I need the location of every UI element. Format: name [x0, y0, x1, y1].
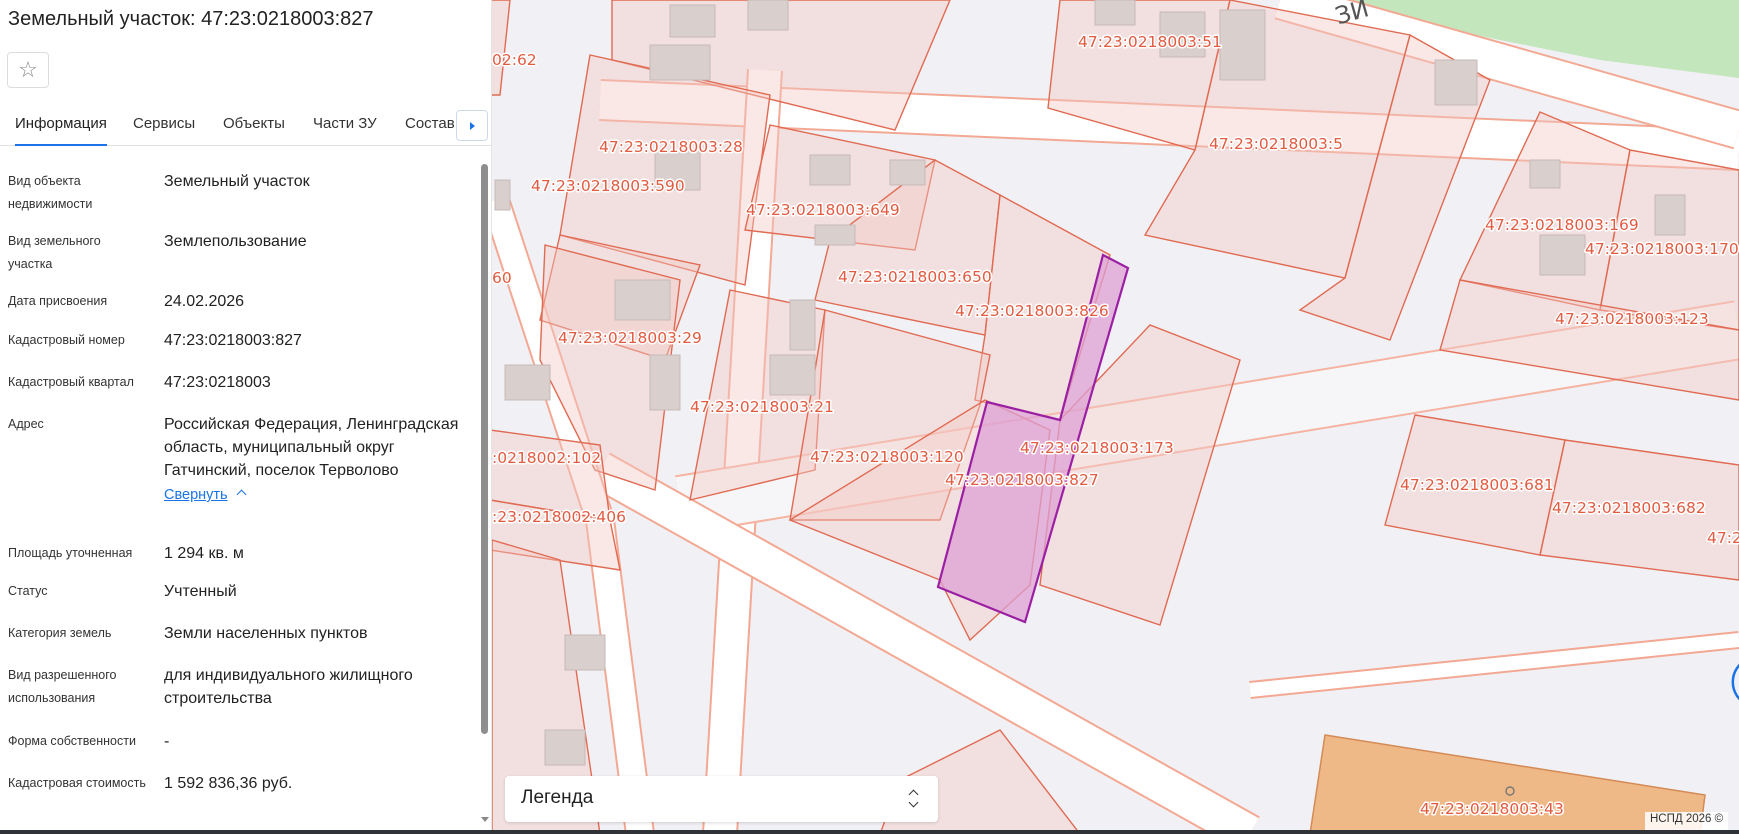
star-outline-icon: ☆ [18, 57, 38, 82]
property-label: Вид земельного участка [8, 234, 101, 271]
property-value: для индивидуального жилищного строительс… [164, 667, 413, 707]
chevron-up-icon[interactable] [236, 489, 247, 500]
panel-title: Земельный участок: 47:23:0218003:827 [8, 8, 374, 30]
parcel-label: 47:23:0218003:51 [1078, 33, 1222, 51]
property-value-address: Российская Федерация, Ленинградская обла… [164, 413, 464, 507]
caret-right-icon [469, 121, 475, 130]
property-label: Форма собственности [8, 734, 136, 748]
property-label: Вид разрешенного использования [8, 668, 117, 705]
collapse-link[interactable]: Свернуть [164, 484, 228, 507]
parcel-label: 47:23:0218003:28 [599, 138, 743, 156]
property-value: 47:23:0218003 [164, 374, 271, 391]
property-label: Категория земель [8, 626, 112, 640]
property-value: Земельный участок [164, 173, 310, 190]
property-value: Землепользование [164, 233, 307, 250]
parcel-label: 47:23:0218003:650 [838, 268, 992, 286]
parcel-label: 47:23:0218003:173 [1020, 439, 1174, 457]
property-value: 24.02.2026 [164, 293, 245, 310]
scroll-down-arrow-icon[interactable] [481, 817, 489, 822]
parcel-label: 47:23:0218003:5 [1209, 135, 1343, 153]
scrollbar-thumb[interactable] [481, 164, 488, 734]
tab-objects[interactable]: Объекты [223, 115, 285, 144]
parcel-label: 47:23:0218003:169 [1485, 216, 1639, 234]
parcel-label: 47:23:0218003:827 [945, 471, 1099, 489]
legend-panel[interactable]: Легенда [505, 776, 938, 822]
property-label: Адрес [8, 417, 44, 431]
parcel-label: 60 [492, 269, 512, 287]
parcel-label: 47:23:0218003:826 [955, 302, 1109, 320]
parcels[interactable] [489, 0, 1739, 834]
parcel-label: 47:2 [1707, 529, 1739, 547]
parcel-label: 47:23:0218003:649 [746, 201, 900, 219]
property-label: Кадастровая стоимость [8, 776, 146, 790]
map-attribution: НСПД 2026 © [1645, 812, 1729, 830]
info-panel: Земельный участок: 47:23:0218003:827 ☆ И… [0, 0, 492, 834]
tabs-scroll-right-button[interactable] [456, 110, 488, 141]
property-value: 1 592 836,36 руб. [164, 775, 293, 792]
parcel-label: :0218002:102 [492, 449, 601, 467]
parcel-label: 47:23:0218003:681 [1400, 476, 1554, 494]
address-text: Российская Федерация, Ленинградская обла… [164, 416, 459, 479]
tab-services[interactable]: Сервисы [133, 115, 195, 144]
legend-label: Легенда [521, 787, 594, 808]
parcel-label: :23:0218002:406 [492, 508, 626, 526]
geolocation-button[interactable] [1724, 655, 1739, 709]
property-label: Кадастровый номер [8, 333, 125, 347]
property-value: Земли населенных пунктов [164, 625, 368, 642]
tab-composition[interactable]: Состав [405, 115, 455, 144]
parcel-label: 02:62 [492, 51, 537, 69]
property-label: Кадастровый квартал [8, 375, 134, 389]
property-label: Площадь уточненная [8, 546, 133, 560]
tab-info[interactable]: Информация [15, 115, 107, 146]
parcel-label: 47:23:0218003:590 [531, 177, 685, 195]
parcel-label: 47:23:0218003:682 [1552, 499, 1706, 517]
properties-list: Вид объекта недвижимости Земельный участ… [0, 166, 478, 834]
property-value: Учтенный [164, 583, 237, 600]
parcel-label: 47:23:0218003:29 [558, 329, 702, 347]
property-value: 47:23:0218003:827 [164, 332, 302, 349]
property-value: 1 294 кв. м [164, 545, 244, 562]
parcel-label: 47:23:0218003:120 [810, 448, 964, 466]
parcel-label: 47:23:0218003:170 [1585, 240, 1739, 258]
property-value: - [164, 733, 170, 750]
parcel-label: 47:23:0218003:43 [1420, 800, 1564, 818]
parcel-label: 47:23:0218003:123 [1555, 310, 1709, 328]
property-label: Статус [8, 584, 48, 598]
chevron-up-down-icon[interactable] [907, 786, 921, 812]
favorite-button[interactable]: ☆ [7, 52, 49, 88]
bottom-strip [0, 830, 1739, 834]
tab-bar: Информация Сервисы Объекты Части ЗУ Сост… [0, 106, 492, 146]
property-label: Вид объекта недвижимости [8, 174, 93, 211]
parcel[interactable] [489, 0, 511, 96]
parcel-label: 47:23:0218003:21 [690, 398, 834, 416]
tab-parts[interactable]: Части ЗУ [313, 115, 377, 144]
property-label: Дата присвоения [8, 294, 108, 308]
